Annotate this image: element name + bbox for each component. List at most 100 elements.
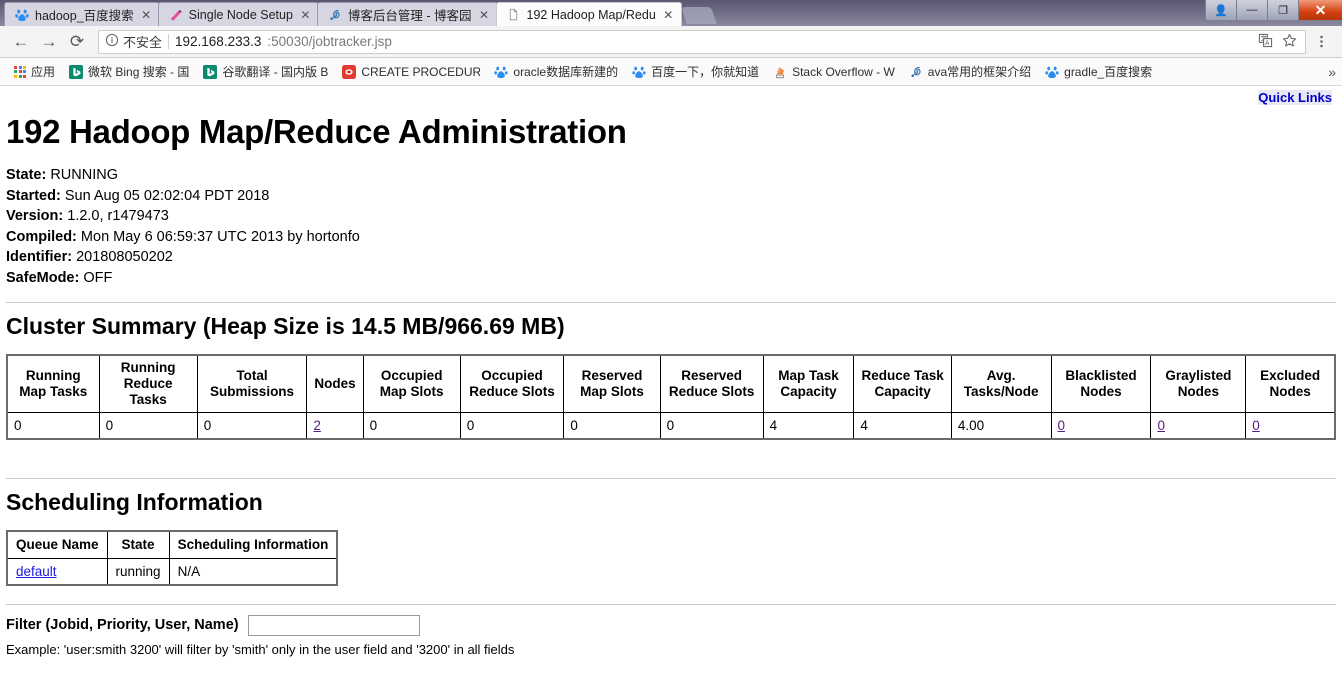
cluster-meta-block: State: RUNNING Started: Sun Aug 05 02:02… <box>6 165 1336 288</box>
browser-tab-4-active[interactable]: 192 Hadoop Map/Redu ✕ <box>495 2 682 26</box>
tab-close-icon[interactable]: ✕ <box>662 8 675 22</box>
bookmark-label: Stack Overflow - W <box>792 64 895 79</box>
baidu-icon <box>494 65 508 79</box>
bing-icon <box>69 64 84 79</box>
url-host: 192.168.233.3 <box>175 34 262 49</box>
table-header-row: Running Map Tasks Running Reduce Tasks T… <box>6 354 1336 413</box>
bookmark-item-4[interactable]: 百度一下，你就知道 <box>626 61 765 82</box>
meta-value: OFF <box>83 269 113 286</box>
meta-started: Started: Sun Aug 05 02:02:04 PDT 2018 <box>6 186 1336 207</box>
close-button[interactable]: ✕ <box>1298 0 1342 20</box>
table-row: default running N/A <box>6 557 338 585</box>
filter-row: Filter (Jobid, Priority, User, Name) <box>6 614 1336 636</box>
address-bar[interactable]: 不安全 192.168.233.3:50030/jobtracker.jsp 文… <box>98 29 1306 54</box>
queue-default-link[interactable]: default <box>16 564 57 579</box>
meta-label: Version: <box>6 208 64 224</box>
cell-total-submissions: 0 <box>196 412 308 439</box>
bookmark-item-7[interactable]: gradle_百度搜索 <box>1039 61 1158 82</box>
security-chip[interactable]: 不安全 <box>105 32 162 51</box>
red-square-icon <box>342 64 357 79</box>
star-icon[interactable] <box>1282 33 1297 51</box>
forward-button[interactable]: → <box>36 29 62 55</box>
col-reduce-task-capacity: Reduce Task Capacity <box>853 354 952 413</box>
three-dot-menu-icon[interactable] <box>1308 29 1334 55</box>
back-button[interactable]: ← <box>8 29 34 55</box>
cell-running-reduce-tasks: 0 <box>98 412 198 439</box>
meta-value: 201808050202 <box>76 249 173 265</box>
col-state: State <box>106 530 170 559</box>
browser-tab-1[interactable]: hadoop_百度搜索 ✕ <box>4 2 160 26</box>
bing-icon <box>203 64 218 79</box>
tab-close-icon[interactable]: ✕ <box>140 8 153 22</box>
bookmark-label: oracle数据库新建的 <box>513 65 619 79</box>
cell-scheduling-info: N/A <box>168 557 338 585</box>
cell-queue-name: default <box>6 557 108 585</box>
maximize-button[interactable]: ❐ <box>1267 0 1298 20</box>
excluded-nodes-link[interactable]: 0 <box>1252 418 1260 433</box>
col-graylisted-nodes: Graylisted Nodes <box>1150 354 1247 413</box>
col-running-reduce-tasks: Running Reduce Tasks <box>98 354 198 413</box>
cnblogs-icon <box>909 65 923 79</box>
reload-button[interactable]: ⟳ <box>64 29 90 55</box>
col-excluded-nodes: Excluded Nodes <box>1245 354 1336 413</box>
meta-label: SafeMode: <box>6 269 80 286</box>
graylisted-nodes-link[interactable]: 0 <box>1157 418 1165 433</box>
filter-input[interactable] <box>247 614 420 636</box>
bookmark-item-2[interactable]: CREATE PROCEDUR <box>336 63 486 81</box>
tab-close-icon[interactable]: ✕ <box>478 8 491 22</box>
minimize-button[interactable]: — <box>1236 0 1267 20</box>
window-controls: 👤 — ❐ ✕ <box>1205 0 1342 20</box>
table-header-row: Queue Name State Scheduling Information <box>6 530 338 559</box>
tab-close-icon[interactable]: ✕ <box>299 8 312 22</box>
browser-tab-3[interactable]: 博客后台管理 - 博客园 ✕ <box>316 2 498 26</box>
bookmark-apps[interactable]: 应用 <box>8 61 61 82</box>
meta-version: Version: 1.2.0, r1479473 <box>6 206 1336 227</box>
cell-nodes: 2 <box>306 412 364 439</box>
quick-links-link[interactable]: Quick Links <box>1258 90 1332 105</box>
meta-label: Started: <box>6 187 61 204</box>
nodes-link[interactable]: 2 <box>313 418 321 433</box>
browser-toolbar: ← → ⟳ 不安全 192.168.233.3:50030/jobtracker… <box>0 26 1342 58</box>
meta-value: Sun Aug 05 02:02:04 PDT 2018 <box>64 187 270 204</box>
new-tab-button[interactable] <box>681 7 717 24</box>
bookmark-item-6[interactable]: ava常用的框架介绍 <box>903 61 1037 82</box>
bookmark-item-1[interactable]: 谷歌翻译 - 国内版 B <box>197 61 334 82</box>
browser-tab-2[interactable]: Single Node Setup ✕ <box>157 2 319 26</box>
bookmarks-overflow-button[interactable]: » <box>1328 64 1336 80</box>
page-icon <box>507 8 521 22</box>
cnblogs-icon <box>328 8 342 22</box>
baidu-icon <box>15 8 29 22</box>
col-occupied-map-slots: Occupied Map Slots <box>362 354 461 413</box>
col-reserved-reduce-slots: Reserved Reduce Slots <box>659 354 764 413</box>
page-title: 192 Hadoop Map/Reduce Administration <box>6 113 627 150</box>
col-blacklisted-nodes: Blacklisted Nodes <box>1050 354 1152 413</box>
cluster-summary-table: Running Map Tasks Running Reduce Tasks T… <box>6 354 1336 440</box>
translate-icon[interactable]: 文 A <box>1258 33 1273 51</box>
bookmark-label: 谷歌翻译 - 国内版 B <box>222 65 329 79</box>
tab-title: hadoop_百度搜索 <box>35 9 134 23</box>
quick-links: Quick Links <box>6 86 1336 105</box>
tab-strip: hadoop_百度搜索 ✕ Single Node Setup ✕ 博客后台管理… <box>0 0 1342 26</box>
meta-identifier: Identifier: 201808050202 <box>6 247 1336 268</box>
divider <box>6 302 1336 303</box>
tab-title: 192 Hadoop Map/Redu <box>526 7 656 22</box>
meta-value: 1.2.0, r1479473 <box>67 208 169 224</box>
col-occupied-reduce-slots: Occupied Reduce Slots <box>459 354 565 413</box>
blacklisted-nodes-link[interactable]: 0 <box>1058 418 1066 433</box>
cell-map-task-capacity: 4 <box>762 412 855 439</box>
cell-occupied-map-slots: 0 <box>362 412 461 439</box>
cluster-summary-heading: Cluster Summary (Heap Size is 14.5 MB/96… <box>6 313 565 339</box>
cell-reduce-task-capacity: 4 <box>853 412 952 439</box>
user-account-button[interactable]: 👤 <box>1205 0 1236 20</box>
tab-title: Single Node Setup <box>188 7 293 22</box>
cell-running-map-tasks: 0 <box>6 412 100 439</box>
cell-avg-tasks-node: 4.00 <box>950 412 1052 439</box>
bookmark-item-3[interactable]: oracle数据库新建的 <box>488 61 624 82</box>
bookmark-item-5[interactable]: Stack Overflow - W <box>767 63 901 81</box>
apps-grid-icon <box>14 65 26 78</box>
omnibox-divider <box>168 34 170 49</box>
scheduling-table: Queue Name State Scheduling Information … <box>6 529 339 586</box>
bookmark-item-0[interactable]: 微软 Bing 搜索 - 国 <box>63 61 195 82</box>
cell-reserved-reduce-slots: 0 <box>659 412 764 439</box>
bookmark-label: ava常用的框架介绍 <box>927 65 1032 79</box>
